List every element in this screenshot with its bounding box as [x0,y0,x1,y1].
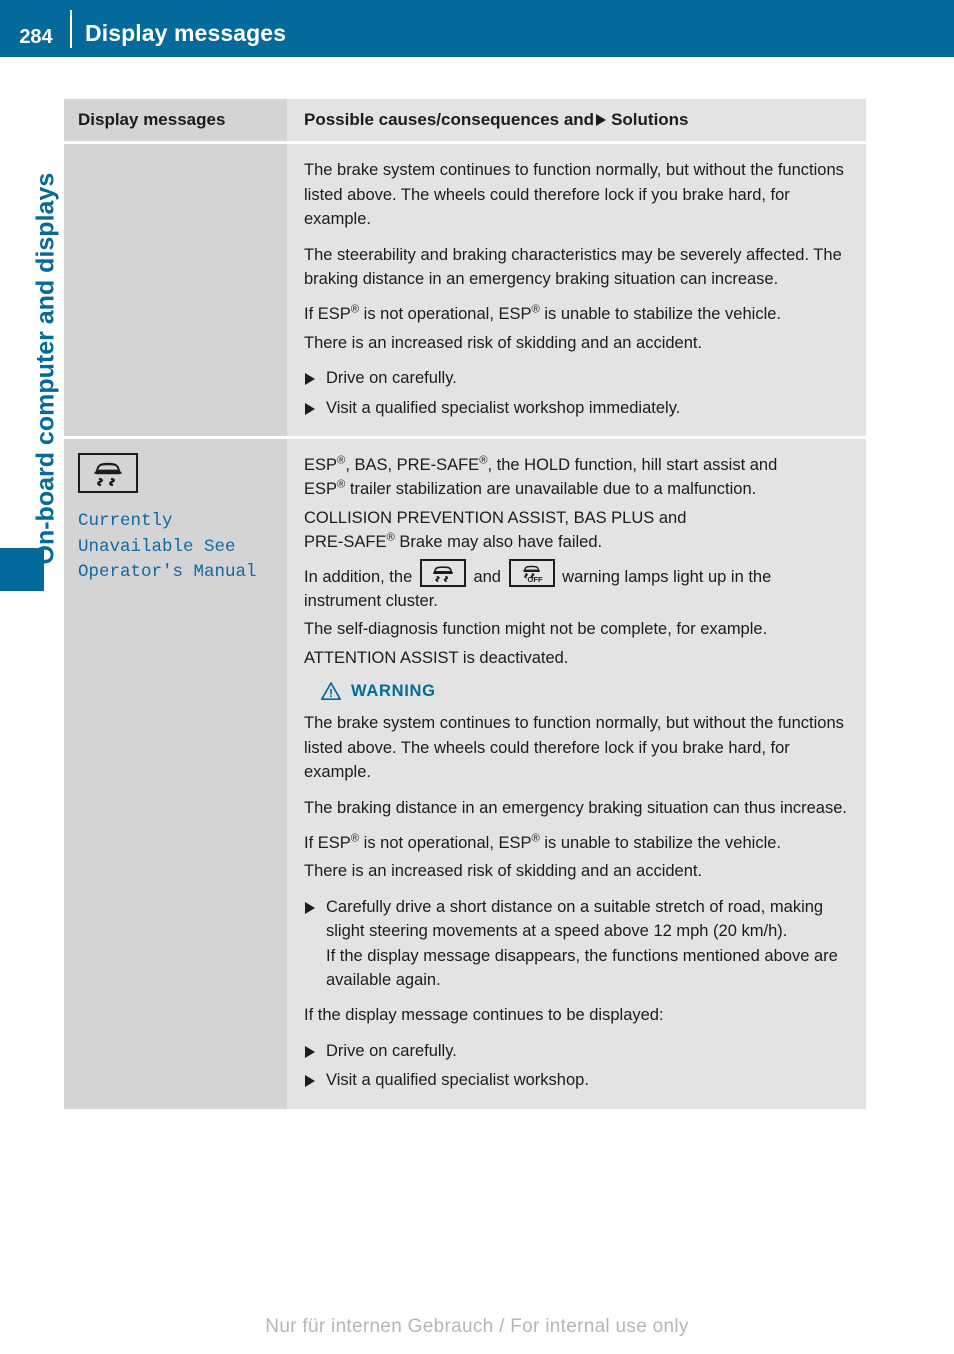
warning-triangle-icon [320,682,342,701]
bullet-text: Drive on carefully. [326,1041,457,1060]
paragraph-brake-system: The brake system continues to function n… [304,161,844,229]
bullet-subtext: If the display message disappears, the f… [326,946,838,989]
table-cell-message-empty [64,144,287,437]
paragraph-message-continues: If the display message continues to be d… [304,1006,664,1025]
paragraph-warning-lamps: In addition, the and OFF warning lamps l… [304,558,854,614]
paragraph-attention-assist: ATTENTION ASSIST is deactivated. [304,648,569,667]
bullet-text: Visit a qualified specialist workshop im… [326,398,681,417]
header-divider [70,10,72,48]
registered-mark: ® [350,303,360,316]
table-header-cell-right: Possible causes/consequences and Solution… [287,99,866,142]
bullet-drive-on-carefully: Drive on carefully. [304,366,854,390]
presafe-brake-b: Brake may also have failed. [394,533,603,552]
esp-text-b: is not operational, ESP [359,305,532,324]
chapter-tab-marker [0,548,44,591]
solid-right-triangle-icon [305,901,315,914]
column-header-display-messages: Display messages [78,110,226,129]
esp-text-b: is not operational, ESP [359,833,532,852]
paragraph-collision-prevention: COLLISION PREVENTION ASSIST, BAS PLUS an… [304,506,854,555]
warning-heading: WARNING [320,681,854,701]
paragraph-warning-esp-not-operational: If ESP® is not operational, ESP® is unab… [304,831,854,855]
footer-watermark: Nur für internen Gebrauch / For internal… [265,1316,689,1337]
collision-line-text: COLLISION PREVENTION ASSIST, BAS PLUS an… [304,508,687,527]
paragraph-self-diagnosis: The self-diagnosis function might not be… [304,620,768,639]
presafe-text: , BAS, PRE-SAFE [345,456,480,475]
paragraph-skidding-risk: There is an increased risk of skidding a… [304,333,703,352]
bullet-text: Carefully drive a short distance on a su… [326,897,824,941]
esp-text-c: is unable to stabilize the vehicle. [539,305,782,324]
table-header-row: Display messages Possible causes/consequ… [64,99,866,142]
esp-text-a: If ESP [304,833,351,852]
registered-mark: ® [531,832,540,845]
column-header-causes-solutions: Possible causes/consequences and Solution… [304,110,854,130]
table-row: Currently Unavailable See Operator's Man… [64,436,866,1109]
solid-right-triangle-icon [305,1045,315,1058]
svg-text:OFF: OFF [527,575,543,584]
paragraph-systems-unavailable: ESP®, BAS, PRE-SAFE®, the HOLD function,… [304,453,854,502]
registered-mark: ® [531,303,540,316]
table-cell-causes-2: ESP ® , BAS, PRE-SAFE ® , the HOLD function,… [287,439,866,1109]
esp-car-skid-icon [78,453,138,494]
solid-right-triangle-icon [305,373,315,386]
lamps-text-d: instrument cluster. [304,592,438,611]
lamps-text-c: warning lamps light up in the [562,567,772,586]
table-cell-message-2: Currently Unavailable See Operator's Man… [64,439,287,1109]
display-messages-table: Display messages Possible causes/consequ… [64,99,866,1109]
registered-mark: ® [386,531,395,544]
bullet-text: Drive on carefully. [326,369,457,388]
esp-car-skid-icon [419,558,466,587]
paragraph-esp-not-operational: If ESP® is not operational, ESP® is unab… [304,302,854,326]
esp-text-a: ESP [304,456,338,475]
bullet-carefully-drive: Carefully drive a short distance on a su… [304,895,854,993]
presafe-brake-a: PRE-SAFE [304,533,387,552]
paragraph-warning-braking-distance: The braking distance in an emergency bra… [304,798,847,817]
paragraph-warning-skidding-risk: There is an increased risk of skidding a… [304,862,703,881]
bullet-drive-on-carefully: Drive on carefully. [304,1039,854,1063]
esp-text-a: If ESP [304,305,351,324]
column-header-solutions-text: Solutions [611,110,689,129]
registered-mark: ® [350,832,360,845]
solid-right-triangle-icon [305,402,315,415]
lamps-text-a: In addition, the [304,567,413,586]
hold-function-text: , the HOLD function, hill start assist a… [487,456,778,475]
bullet-visit-workshop: Visit a qualified specialist workshop. [304,1068,854,1092]
table-header-cell-left: Display messages [64,99,287,142]
esp-text-d: ESP [304,480,338,499]
column-header-causes-text: Possible causes/consequences and [304,110,595,129]
paragraph-steerability: The steerability and braking characteris… [304,245,842,289]
warning-label: WARNING [351,681,436,700]
page-title: Display messages [85,20,287,46]
esp-text-c: is unable to stabilize the vehicle. [539,833,782,852]
paragraph-warning-brake-system: The brake system continues to function n… [304,714,844,782]
esp-off-icon: OFF [508,558,555,587]
table-row: The brake system continues to function n… [64,141,866,437]
bullet-text: Visit a qualified specialist workshop. [326,1071,589,1090]
solid-right-triangle-icon [305,1075,315,1088]
trailer-stabilization-text: trailer stabilization are unavailable du… [345,480,757,499]
display-message-text: Currently Unavailable See Operator's Man… [78,511,257,583]
lamps-text-b: and [473,567,501,586]
chapter-tab-label: On-board computer and displays [31,172,60,565]
table-cell-causes-1: The brake system continues to function n… [287,144,866,437]
bullet-visit-workshop-immediately: Visit a qualified specialist workshop im… [304,396,854,420]
solid-right-triangle-icon [596,114,607,126]
